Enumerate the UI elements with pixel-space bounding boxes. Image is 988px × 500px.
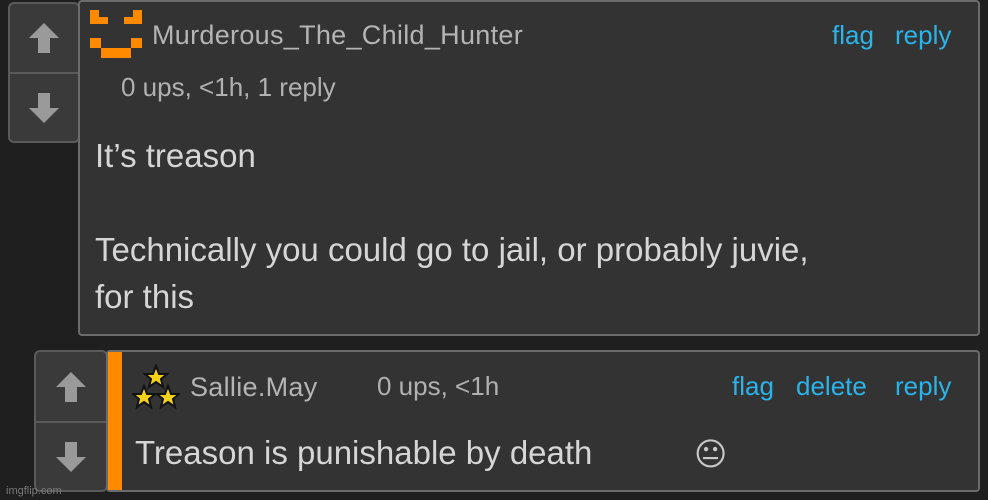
comment-meta: 0 ups, <1h — [377, 371, 500, 401]
comment-text-line: It’s treason — [95, 137, 256, 174]
comment-text: Treason is punishable by death — [135, 434, 593, 471]
comment-meta: 0 ups, <1h, 1 reply — [121, 72, 336, 102]
username-link[interactable]: Sallie.May — [190, 372, 318, 403]
arrow-down-icon — [29, 92, 59, 123]
flag-link[interactable]: flag — [732, 371, 774, 402]
neutral-face-emoji: 😐 — [694, 436, 728, 472]
downvote-button[interactable] — [10, 74, 78, 141]
orange-face-icon — [90, 10, 142, 58]
arrow-up-icon — [56, 371, 86, 402]
comment-thread: { "comment1": { "username": "Murderous_T… — [0, 0, 988, 500]
arrow-down-icon — [56, 441, 86, 472]
vote-box — [8, 2, 80, 143]
downvote-button[interactable] — [36, 423, 106, 490]
upvote-button[interactable] — [10, 4, 78, 72]
upvote-button[interactable] — [36, 352, 106, 421]
reply-link[interactable]: reply — [895, 371, 951, 402]
reply-link[interactable]: reply — [895, 20, 951, 51]
flag-link[interactable]: flag — [832, 20, 874, 51]
comment-text-line: for this — [95, 278, 195, 315]
comment-text-line: Technically you could go to jail, or pro… — [95, 231, 809, 268]
three-stars-icon — [132, 364, 180, 410]
delete-link[interactable]: delete — [796, 371, 867, 402]
vote-box — [34, 350, 108, 492]
op-indicator-bar — [108, 352, 122, 490]
arrow-up-icon — [29, 23, 59, 53]
watermark: imgflip.com — [6, 485, 62, 497]
username-link[interactable]: Murderous_The_Child_Hunter — [152, 20, 523, 51]
